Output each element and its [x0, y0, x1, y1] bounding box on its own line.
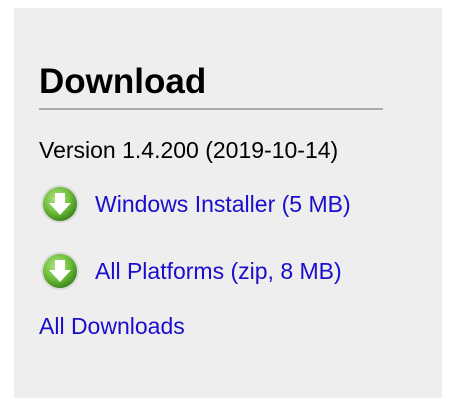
download-panel: Download Version 1.4.200 (2019-10-14) Wi…	[14, 8, 442, 398]
all-downloads-link[interactable]: All Downloads	[39, 312, 185, 340]
windows-installer-download[interactable]: Windows Installer (5 MB)	[40, 184, 351, 224]
version-text: Version 1.4.200 (2019-10-14)	[39, 137, 339, 163]
windows-installer-link[interactable]: Windows Installer (5 MB)	[95, 190, 351, 218]
all-platforms-link[interactable]: All Platforms (zip, 8 MB)	[95, 257, 342, 285]
download-arrow-icon[interactable]	[40, 184, 80, 224]
all-platforms-download[interactable]: All Platforms (zip, 8 MB)	[40, 251, 342, 291]
download-arrow-icon[interactable]	[40, 251, 80, 291]
download-heading: Download	[39, 62, 207, 101]
heading-divider	[39, 108, 383, 110]
